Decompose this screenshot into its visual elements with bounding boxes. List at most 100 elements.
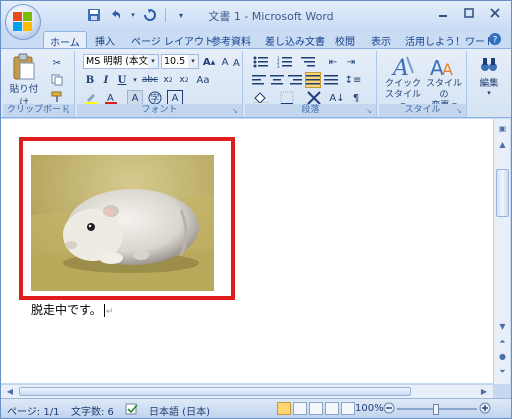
next-page-icon[interactable]: ⏷ bbox=[495, 364, 510, 379]
window-title: 文書 1 - Microsoft Word bbox=[208, 10, 334, 23]
increase-indent-icon[interactable]: ⇥ bbox=[343, 54, 359, 70]
edit-group: 編集 ▾ bbox=[469, 51, 509, 117]
numbering-icon[interactable]: 123 bbox=[275, 54, 295, 70]
tab-home[interactable]: ホーム bbox=[43, 31, 87, 49]
web-layout-icon[interactable] bbox=[309, 402, 323, 415]
edit-button[interactable]: 編集 ▾ bbox=[473, 55, 505, 97]
zoom-out-icon[interactable] bbox=[383, 402, 395, 417]
word-window: ▾ ▾ 文書 1 - Microsoft Word ホーム 挿入 ページ レイア… bbox=[0, 0, 512, 419]
copy-icon[interactable] bbox=[49, 72, 65, 88]
highlight-frame bbox=[19, 137, 235, 300]
superscript-icon[interactable]: x2 bbox=[177, 72, 191, 88]
proofing-icon[interactable] bbox=[125, 403, 139, 418]
align-right-icon[interactable] bbox=[287, 72, 303, 88]
paste-icon bbox=[13, 53, 35, 80]
view-buttons bbox=[277, 402, 355, 415]
format-painter-icon[interactable] bbox=[49, 89, 65, 105]
scroll-left-icon[interactable]: ◀ bbox=[3, 385, 17, 398]
tab-view[interactable]: 表示 bbox=[365, 31, 397, 49]
clipboard-launcher-icon[interactable]: ↘ bbox=[64, 107, 72, 115]
style-launcher-icon[interactable]: ↘ bbox=[456, 107, 464, 115]
ribbon-tabs: ホーム 挿入 ページ レイアウト 参考資料 差し込み文書 校閲 表示 活用しよう… bbox=[1, 29, 511, 49]
change-case-icon[interactable]: Aa bbox=[195, 72, 211, 88]
font-size-combo[interactable]: 10.5 ▾ bbox=[161, 54, 199, 69]
zoom-slider-thumb[interactable] bbox=[433, 404, 439, 415]
distributed-icon[interactable] bbox=[323, 72, 339, 88]
select-browse-object-icon[interactable]: ● bbox=[495, 349, 510, 364]
vertical-scrollbar[interactable]: ▣ ▲ ▼ ⏶ ● ⏷ bbox=[493, 119, 510, 384]
text-cursor bbox=[103, 304, 105, 317]
strikethrough-icon[interactable]: abc bbox=[141, 72, 159, 88]
svg-text:3: 3 bbox=[277, 64, 280, 68]
undo-icon[interactable] bbox=[107, 6, 125, 24]
line-spacing-icon[interactable]: ↕≡ bbox=[343, 72, 363, 88]
zoom-in-icon[interactable] bbox=[479, 402, 491, 417]
font-name-value: MS 明朝 (本文 bbox=[86, 56, 148, 67]
paragraph-launcher-icon[interactable]: ↘ bbox=[366, 107, 374, 115]
paragraph-group: 123 ⇤ ⇥ ↕≡ A↓ ¶ 段落 ↘ bbox=[245, 51, 377, 117]
tab-references[interactable]: 参考資料 bbox=[205, 31, 257, 49]
underline-icon[interactable]: U bbox=[115, 72, 129, 88]
svg-text:A: A bbox=[442, 60, 453, 79]
tab-mailings[interactable]: 差し込み文書 bbox=[259, 31, 331, 49]
font-name-combo[interactable]: MS 明朝 (本文 ▾ bbox=[83, 54, 159, 69]
full-screen-reading-icon[interactable] bbox=[293, 402, 307, 415]
horizontal-scrollbar[interactable]: ◀ ▶ bbox=[1, 384, 493, 398]
scroll-right-icon[interactable]: ▶ bbox=[477, 385, 491, 398]
document-paragraph[interactable]: 脱走中です。 ↵ bbox=[31, 301, 113, 318]
grow-font-icon[interactable]: A ▲ bbox=[202, 54, 216, 70]
save-icon[interactable] bbox=[85, 6, 103, 24]
ruler-toggle-icon[interactable]: ▣ bbox=[495, 121, 510, 136]
word-count[interactable]: 文字数: 6 bbox=[71, 403, 114, 418]
quick-style-icon: A bbox=[391, 56, 414, 79]
draft-view-icon[interactable] bbox=[341, 402, 355, 415]
maximize-icon[interactable] bbox=[457, 4, 481, 22]
previous-page-icon[interactable]: ⏶ bbox=[495, 334, 510, 349]
scroll-up-icon[interactable]: ▲ bbox=[495, 137, 510, 152]
print-layout-icon[interactable] bbox=[277, 402, 291, 415]
font-group-label: フォント bbox=[77, 104, 242, 117]
chevron-down-icon[interactable]: ▾ bbox=[188, 55, 198, 68]
svg-text:A: A bbox=[233, 58, 240, 68]
shrink-font-icon[interactable]: A bbox=[218, 54, 232, 70]
minimize-icon[interactable] bbox=[431, 4, 455, 22]
binoculars-icon bbox=[481, 58, 497, 71]
office-logo-icon bbox=[13, 12, 33, 32]
close-icon[interactable] bbox=[483, 4, 507, 22]
bullets-icon[interactable] bbox=[251, 54, 271, 70]
bold-icon[interactable]: B bbox=[83, 72, 97, 88]
font-group: MS 明朝 (本文 ▾ 10.5 ▾ A ▲ A A B I U ▾ abc x2… bbox=[77, 51, 243, 117]
cut-icon[interactable]: ✂ bbox=[49, 55, 65, 71]
tab-addin[interactable]: 活用しよう！ワード bbox=[399, 31, 501, 49]
decrease-indent-icon[interactable]: ⇤ bbox=[325, 54, 341, 70]
subscript-icon[interactable]: x2 bbox=[161, 72, 175, 88]
redo-icon[interactable] bbox=[141, 6, 159, 24]
zoom-level[interactable]: 100% bbox=[355, 403, 384, 414]
font-launcher-icon[interactable]: ↘ bbox=[232, 107, 240, 115]
clear-format-icon[interactable]: A bbox=[233, 54, 243, 70]
chevron-down-icon[interactable]: ▾ bbox=[148, 55, 158, 68]
underline-dropdown-icon[interactable]: ▾ bbox=[131, 72, 139, 88]
multilevel-list-icon[interactable] bbox=[299, 54, 319, 70]
help-icon[interactable]: ? bbox=[487, 31, 503, 47]
window-controls bbox=[431, 4, 507, 22]
align-center-icon[interactable] bbox=[269, 72, 285, 88]
clipboard-group: 貼り付け ✂ クリップボード ↘ bbox=[3, 51, 75, 117]
office-button[interactable] bbox=[5, 4, 41, 40]
vertical-scroll-thumb[interactable] bbox=[496, 169, 509, 217]
scroll-down-icon[interactable]: ▼ bbox=[495, 319, 510, 334]
chevron-down-icon: ▾ bbox=[487, 89, 491, 97]
undo-dropdown-icon[interactable]: ▾ bbox=[129, 6, 137, 24]
svg-text:字: 字 bbox=[150, 93, 159, 105]
tab-insert[interactable]: 挿入 bbox=[89, 31, 121, 49]
tab-review[interactable]: 校閲 bbox=[329, 31, 361, 49]
align-left-icon[interactable] bbox=[251, 72, 267, 88]
paste-button[interactable]: 貼り付け bbox=[7, 53, 41, 109]
justify-icon[interactable] bbox=[305, 72, 321, 88]
outline-view-icon[interactable] bbox=[325, 402, 339, 415]
page-count[interactable]: ページ: 1/1 bbox=[7, 403, 59, 418]
language-indicator[interactable]: 日本語 (日本) bbox=[149, 403, 210, 418]
horizontal-scroll-thumb[interactable] bbox=[19, 387, 411, 396]
paragraph-mark-icon: ↵ bbox=[105, 307, 114, 317]
italic-icon[interactable]: I bbox=[99, 72, 113, 88]
